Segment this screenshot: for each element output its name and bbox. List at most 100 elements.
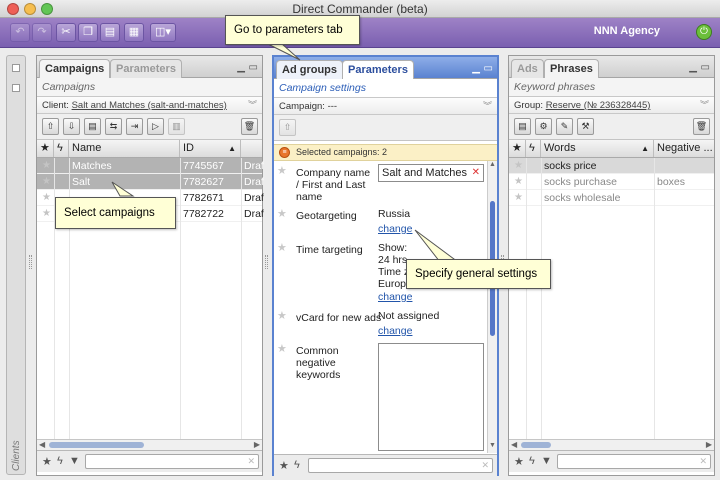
client-selector[interactable]: Client: Salt and Matches (salt-and-match… [37,96,262,114]
paste-icon[interactable]: ▤ [100,23,120,42]
filter-icon[interactable]: ▼ [69,455,80,467]
flash-column-icon[interactable]: ϟ [526,140,541,157]
filter-icon[interactable]: ▼ [541,455,552,467]
sidebar-toggle-icon[interactable] [12,64,20,72]
chevron-down-icon[interactable]: ︾ [700,97,709,114]
tab-phrases[interactable]: Phrases [544,59,599,78]
minimize-window-button[interactable] [24,3,36,15]
new-document-icon[interactable]: ▤ [514,118,531,135]
view-menu-icon[interactable]: ◫▾ [150,23,176,42]
star-icon[interactable]: ★ [277,342,287,355]
geotargeting-change-link[interactable]: change [378,223,412,235]
horizontal-scrollbar[interactable]: ◀ ▶ [37,439,262,450]
clear-icon[interactable]: ✕ [472,165,480,181]
star-filter-icon[interactable]: ★ [514,455,524,468]
flash-column-icon[interactable]: ϟ [54,140,69,157]
company-name-field[interactable]: Salt and Matches ✕ [378,164,484,182]
column-name[interactable]: Name [69,140,180,157]
star-icon[interactable]: ★ [277,164,287,177]
search-input[interactable]: ✕ [85,454,259,469]
sidebar-expand-icon[interactable] [12,84,20,92]
vertical-scrollbar[interactable]: ▲ ▼ [487,161,497,453]
star-icon[interactable]: ★ [277,309,287,322]
table-row[interactable]: ★ socks price [509,158,714,174]
grid-icon[interactable]: ▦ [124,23,144,42]
star-icon[interactable]: ★ [39,174,54,190]
splitter-handle[interactable] [265,255,268,269]
star-icon[interactable]: ★ [277,207,287,220]
star-column-icon[interactable]: ★ [509,140,526,157]
search-input[interactable]: ✕ [557,454,711,469]
upload-icon[interactable]: ⇧ [42,118,59,135]
star-icon[interactable]: ★ [39,206,54,222]
star-icon[interactable]: ★ [511,174,526,190]
tab-campaigns[interactable]: Campaigns [39,59,111,78]
scroll-right-icon[interactable]: ▶ [254,440,260,449]
flash-filter-icon[interactable]: ϟ [529,455,535,467]
new-document-icon[interactable]: ▤ [84,118,101,135]
edit-icon[interactable]: ✎ [556,118,573,135]
maximize-panel-icon[interactable]: ▭ [484,63,493,74]
settings-icon[interactable]: ⚙ [535,118,552,135]
maximize-panel-icon[interactable]: ▭ [701,62,710,73]
flash-filter-icon[interactable]: ϟ [294,459,300,471]
column-words[interactable]: Words ▲ [541,140,654,157]
minimize-panel-icon[interactable]: ▁ [237,62,245,73]
import-icon[interactable]: ⇆ [105,118,122,135]
tab-parameters[interactable]: Parameters [110,59,182,78]
chevron-down-icon[interactable]: ︾ [248,97,257,114]
group-selector[interactable]: Group: Reserve (№ 236328445) ︾ [509,96,714,114]
flash-filter-icon[interactable]: ϟ [57,455,63,467]
column-id[interactable]: ID ▲ [180,140,241,157]
zoom-window-button[interactable] [41,3,53,15]
upload-icon[interactable]: ⇧ [279,119,296,136]
client-value[interactable]: Salt and Matches (salt-and-matches) [72,100,227,111]
column-negative[interactable]: Negative ... [654,140,716,157]
chevron-down-icon[interactable]: ︾ [483,98,492,115]
scroll-right-icon[interactable]: ▶ [706,440,712,449]
star-column-icon[interactable]: ★ [37,140,54,157]
splitter-handle[interactable] [29,255,32,269]
negative-keywords-field[interactable] [378,343,484,451]
delete-icon[interactable]: 🗑 [241,118,258,135]
campaign-selector[interactable]: Campaign: --- ︾ [274,97,497,115]
star-filter-icon[interactable]: ★ [42,455,52,468]
tools-icon[interactable]: ⚒ [577,118,594,135]
statistics-icon[interactable]: ▥ [168,118,185,135]
minimize-panel-icon[interactable]: ▁ [689,62,697,73]
scroll-down-icon[interactable]: ▼ [489,442,496,449]
tab-parameters[interactable]: Parameters [342,60,414,79]
maximize-panel-icon[interactable]: ▭ [249,62,258,73]
copy-icon[interactable]: ❐ [78,23,98,42]
time-targeting-change-link[interactable]: change [378,291,412,303]
star-icon[interactable]: ★ [511,190,526,206]
export-icon[interactable]: ⇥ [126,118,143,135]
star-icon[interactable]: ★ [277,241,287,254]
redo-icon[interactable]: ↷ [32,23,52,42]
scroll-up-icon[interactable]: ▲ [489,161,496,168]
cut-icon[interactable]: ✂ [56,23,76,42]
scroll-thumb[interactable] [49,442,144,448]
scroll-left-icon[interactable]: ◀ [39,440,45,449]
star-icon[interactable]: ★ [39,158,54,174]
send-icon[interactable]: ▷ [147,118,164,135]
scroll-left-icon[interactable]: ◀ [511,440,517,449]
vcard-change-link[interactable]: change [378,325,412,337]
clients-sidebar[interactable]: Clients [6,55,26,475]
download-icon[interactable]: ⇩ [63,118,80,135]
group-value[interactable]: Reserve (№ 236328445) [546,100,651,111]
star-filter-icon[interactable]: ★ [279,459,289,472]
close-window-button[interactable] [7,3,19,15]
star-icon[interactable]: ★ [39,190,54,206]
table-row[interactable]: ★ Matches 7745567 Draft [37,158,264,174]
delete-icon[interactable]: 🗑 [693,118,710,135]
minimize-panel-icon[interactable]: ▁ [472,63,480,74]
tab-ad-groups[interactable]: Ad groups [276,60,343,79]
network-status-icon[interactable]: ⏻ [696,24,712,40]
undo-icon[interactable]: ↶ [10,23,30,42]
search-input[interactable]: ✕ [308,458,493,473]
table-row[interactable]: ★ socks purchase boxes [509,174,714,190]
column-status[interactable] [241,140,264,157]
table-row[interactable]: ★ Salt 7782627 Draft [37,174,264,190]
star-icon[interactable]: ★ [511,158,526,174]
